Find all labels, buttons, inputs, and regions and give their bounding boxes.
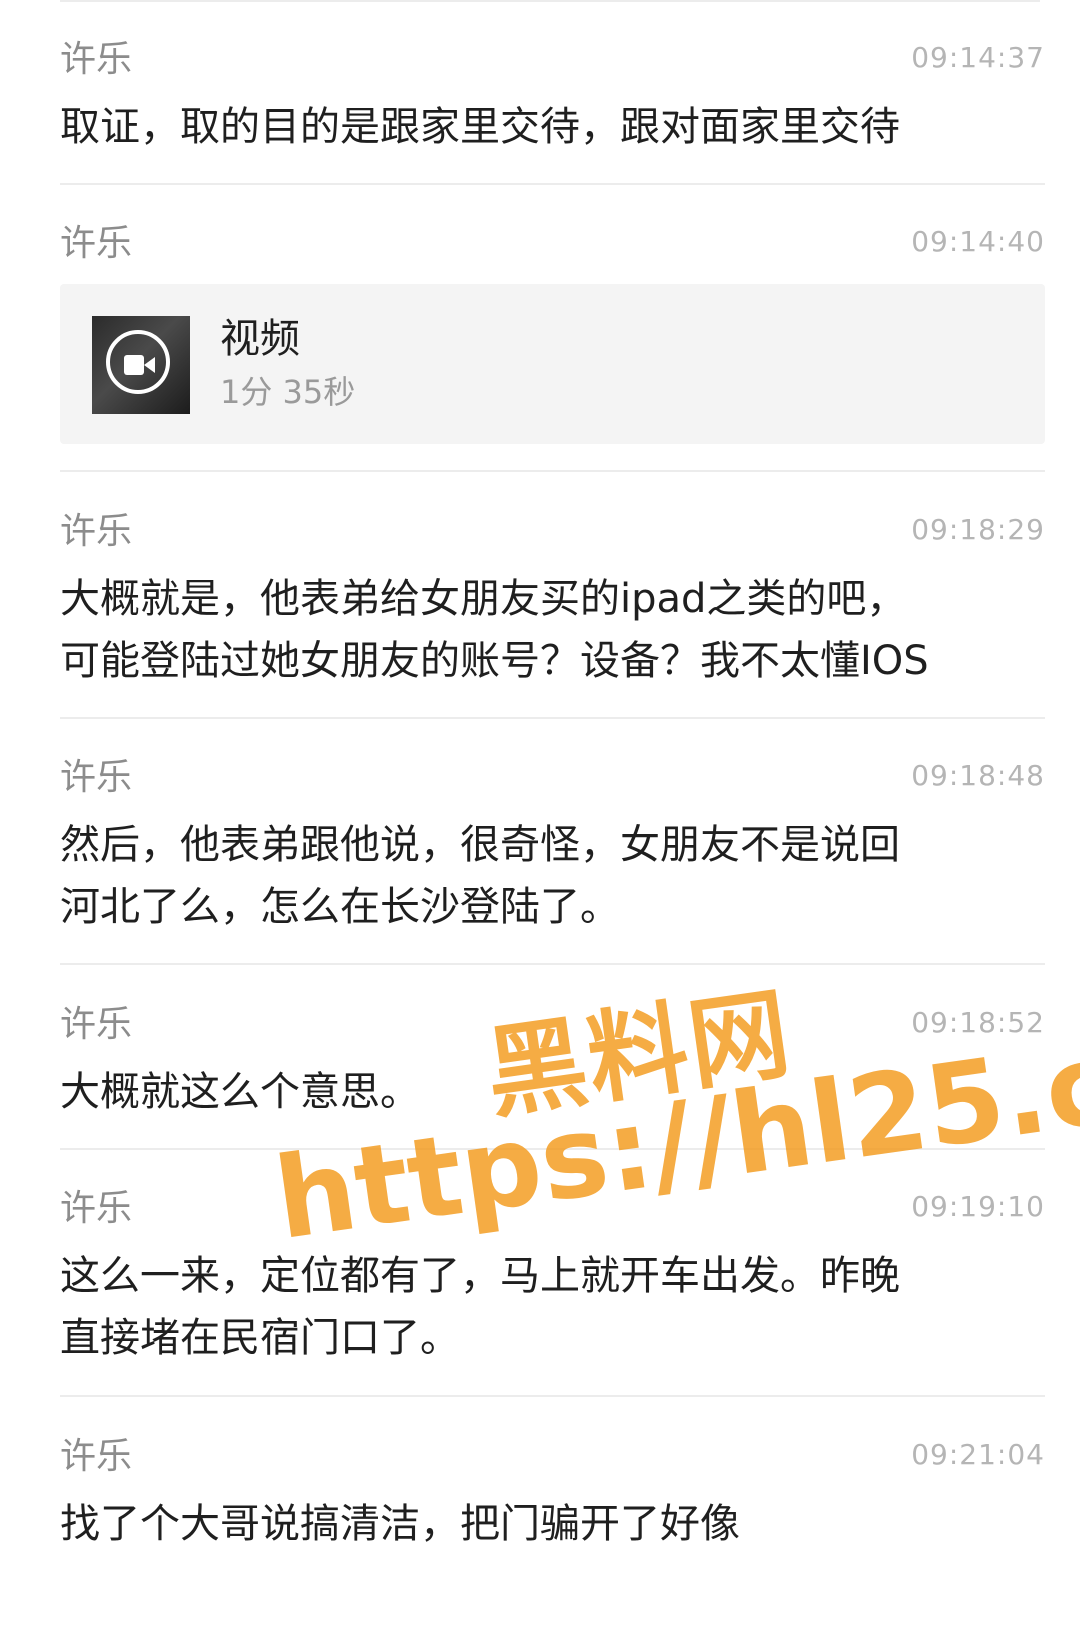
video-card[interactable]: 视频 1分 35秒 xyxy=(60,284,1045,444)
sender-name: 许乐 xyxy=(60,223,133,264)
sender-name: 许乐 xyxy=(60,39,133,80)
divider xyxy=(60,470,1045,472)
sender-name: 许乐 xyxy=(60,511,133,552)
message-time: 09:18:52 xyxy=(911,1006,1045,1039)
message-time: 09:14:40 xyxy=(911,225,1045,258)
message-time: 09:18:48 xyxy=(911,759,1045,792)
message-text: 大概就这么个意思。 xyxy=(60,1069,420,1115)
video-camera-icon xyxy=(124,355,144,375)
message-time: 09:19:10 xyxy=(911,1190,1045,1223)
divider xyxy=(60,717,1045,719)
message-text: 找了个大哥说搞清洁，把门骗开了好像 xyxy=(60,1501,740,1547)
message-time: 09:21:04 xyxy=(911,1438,1045,1471)
chat-history-page: 许乐 09:14:37 取证，取的目的是跟家里交待，跟对面家里交待 许乐 09:… xyxy=(0,0,1080,1640)
divider xyxy=(60,183,1045,185)
message-time: 09:18:29 xyxy=(911,513,1045,546)
video-thumbnail[interactable] xyxy=(92,316,190,414)
divider xyxy=(60,1395,1045,1397)
message-text: 然后，他表弟跟他说，很奇怪，女朋友不是说回 河北了么，怎么在长沙登陆了。 xyxy=(60,822,900,930)
message-time: 09:14:37 xyxy=(911,41,1045,74)
top-divider xyxy=(60,0,1040,2)
message-text: 大概就是，他表弟给女朋友买的ipad之类的吧， 可能登陆过她女朋友的账号？设备？… xyxy=(60,576,929,684)
divider xyxy=(60,1148,1045,1150)
sender-name: 许乐 xyxy=(60,1004,133,1045)
sender-name: 许乐 xyxy=(60,1436,133,1477)
video-duration: 1分 35秒 xyxy=(220,373,356,411)
sender-name: 许乐 xyxy=(60,1188,133,1229)
divider xyxy=(60,963,1045,965)
video-camera-lens-icon xyxy=(144,357,155,373)
message-text: 这么一来，定位都有了，马上就开车出发。昨晚 直接堵在民宿门口了。 xyxy=(60,1253,900,1361)
sender-name: 许乐 xyxy=(60,757,133,798)
video-title: 视频 xyxy=(220,316,300,362)
message-text: 取证，取的目的是跟家里交待，跟对面家里交待 xyxy=(60,104,900,150)
